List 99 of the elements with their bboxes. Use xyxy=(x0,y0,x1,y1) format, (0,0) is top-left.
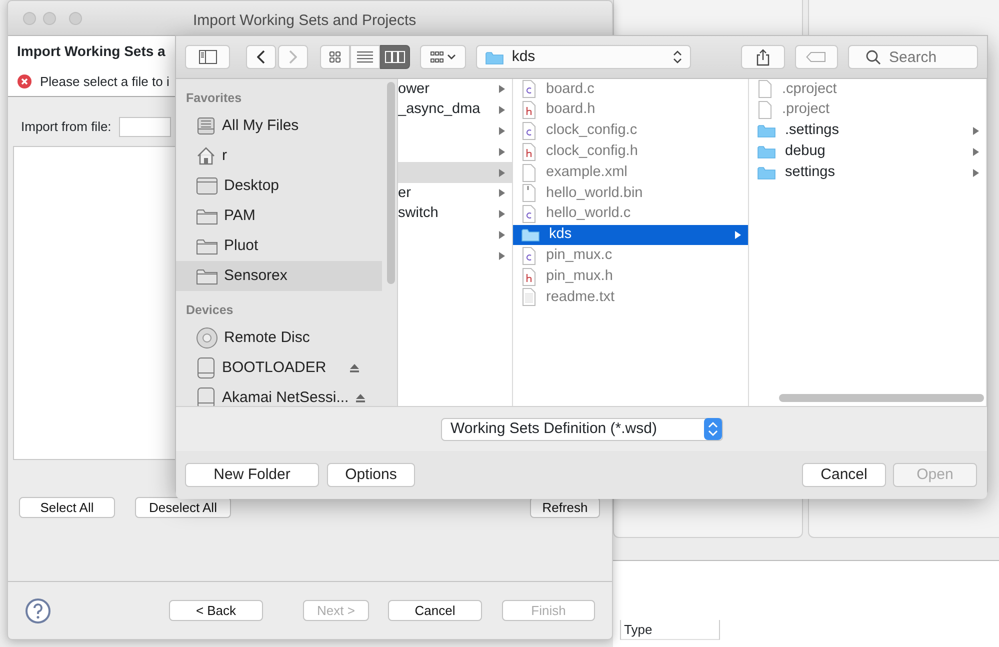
binary-file-icon xyxy=(521,184,537,202)
section-header: Favorites xyxy=(185,90,243,107)
h-file-icon xyxy=(521,101,537,120)
button[interactable]: New Folder xyxy=(185,463,319,487)
window-title: Import Working Sets and Projects xyxy=(193,11,416,31)
folder-icon xyxy=(757,144,776,160)
folder-icon xyxy=(196,268,218,284)
disclosure-icon xyxy=(498,250,506,261)
folder-icon xyxy=(196,208,218,224)
column-header: Type xyxy=(620,620,720,640)
button[interactable]: Refresh xyxy=(530,497,600,518)
disclosure-icon xyxy=(498,84,506,94)
file-icon xyxy=(521,164,537,182)
window-control[interactable] xyxy=(69,12,82,25)
folder-icon xyxy=(521,227,540,242)
disclosure-icon xyxy=(972,146,980,157)
help-icon xyxy=(25,598,51,624)
wizard-heading: Import Working Sets a xyxy=(17,43,166,59)
button[interactable]: < Back xyxy=(169,600,263,621)
updown-icon xyxy=(673,50,682,64)
tag-button[interactable] xyxy=(794,45,838,69)
share-button[interactable] xyxy=(741,45,785,69)
folder-icon xyxy=(757,165,776,180)
share-icon xyxy=(756,48,770,66)
button[interactable]: Cancel xyxy=(802,463,886,487)
h-file-icon xyxy=(521,142,537,161)
file-path-field[interactable] xyxy=(119,117,172,137)
disclosure-icon xyxy=(498,105,506,116)
back-icon xyxy=(257,50,266,64)
folder-icon xyxy=(196,238,218,254)
sidebar-item[interactable]: BOOTLOADER xyxy=(176,353,382,383)
sidebar-item[interactable]: Pluot xyxy=(176,231,382,261)
house-icon xyxy=(196,146,216,166)
scrollbar[interactable] xyxy=(779,394,984,402)
disc-icon xyxy=(196,327,218,349)
folder-icon xyxy=(484,50,504,64)
window-control[interactable] xyxy=(23,12,36,25)
search-field[interactable]: Search xyxy=(848,45,978,69)
sidebar-item[interactable]: Akamai NetSessi... xyxy=(176,383,382,406)
tag-icon xyxy=(806,52,826,62)
disclosure-icon xyxy=(734,230,742,240)
search-icon xyxy=(866,50,882,65)
file-row[interactable]: switch xyxy=(398,204,512,225)
file-row[interactable]: kds xyxy=(513,224,748,246)
arrange-button[interactable] xyxy=(420,45,466,69)
field-label: Import from file: xyxy=(21,118,112,136)
file-row[interactable]: ower xyxy=(398,79,512,100)
sidebar-icon xyxy=(198,50,217,64)
sidebar-item[interactable]: PAM xyxy=(176,201,382,231)
section-header: Devices xyxy=(185,302,234,319)
arrange-icon xyxy=(430,51,444,63)
sidebar-item[interactable]: All My Files xyxy=(176,111,382,141)
sidebar-item[interactable]: Remote Disc xyxy=(176,323,382,353)
drive-icon xyxy=(196,357,216,379)
h-file-icon xyxy=(521,268,537,286)
window-control[interactable] xyxy=(43,12,56,25)
sidebar-item[interactable]: r xyxy=(176,141,382,171)
folder-icon xyxy=(757,123,776,138)
error-icon xyxy=(17,74,32,90)
nav-button[interactable] xyxy=(246,45,276,69)
button[interactable]: Deselect All xyxy=(135,497,231,518)
c-file-icon xyxy=(521,122,537,140)
disclosure-icon xyxy=(972,126,980,136)
forward-icon xyxy=(289,50,298,64)
button[interactable]: Cancel xyxy=(388,600,482,621)
sidebar-item[interactable]: Desktop xyxy=(176,171,382,201)
file-row[interactable]: settings xyxy=(749,162,986,183)
disclosure-icon xyxy=(972,168,980,178)
view-button[interactable] xyxy=(380,45,410,69)
caret-icon xyxy=(447,54,456,60)
format-popup[interactable]: Working Sets Definition (*.wsd) xyxy=(440,418,722,440)
button[interactable]: Select All xyxy=(19,497,115,518)
desktop-icon xyxy=(196,177,218,195)
sidebar-toggle-button[interactable] xyxy=(185,45,230,69)
disclosure-icon xyxy=(498,188,506,198)
disclosure-icon xyxy=(498,146,506,157)
file-icon xyxy=(757,101,773,120)
sidebar-item[interactable]: Sensorex xyxy=(176,261,382,291)
stepper-icon xyxy=(704,418,722,440)
location-popup[interactable]: kds xyxy=(476,45,692,69)
tray-icon xyxy=(196,116,216,136)
text-file-icon xyxy=(521,288,537,306)
disclosure-icon xyxy=(498,126,506,136)
file-row[interactable]: debug xyxy=(749,141,986,162)
list-icon xyxy=(356,51,374,63)
disclosure-icon xyxy=(498,230,506,240)
c-file-icon xyxy=(521,246,537,265)
file-row[interactable]: .settings xyxy=(749,120,986,142)
file-row[interactable] xyxy=(398,162,512,183)
grid-icon xyxy=(329,51,342,63)
c-file-icon xyxy=(521,205,537,224)
disclosure-icon xyxy=(498,168,506,178)
file-row[interactable]: er xyxy=(398,182,512,204)
columns-icon xyxy=(385,51,406,63)
file-row[interactable]: _async_dma xyxy=(398,100,512,121)
button[interactable]: Options xyxy=(327,463,415,487)
scrollbar[interactable] xyxy=(387,82,395,284)
disclosure-icon xyxy=(498,209,506,220)
error-message: Please select a file to i xyxy=(40,73,170,91)
